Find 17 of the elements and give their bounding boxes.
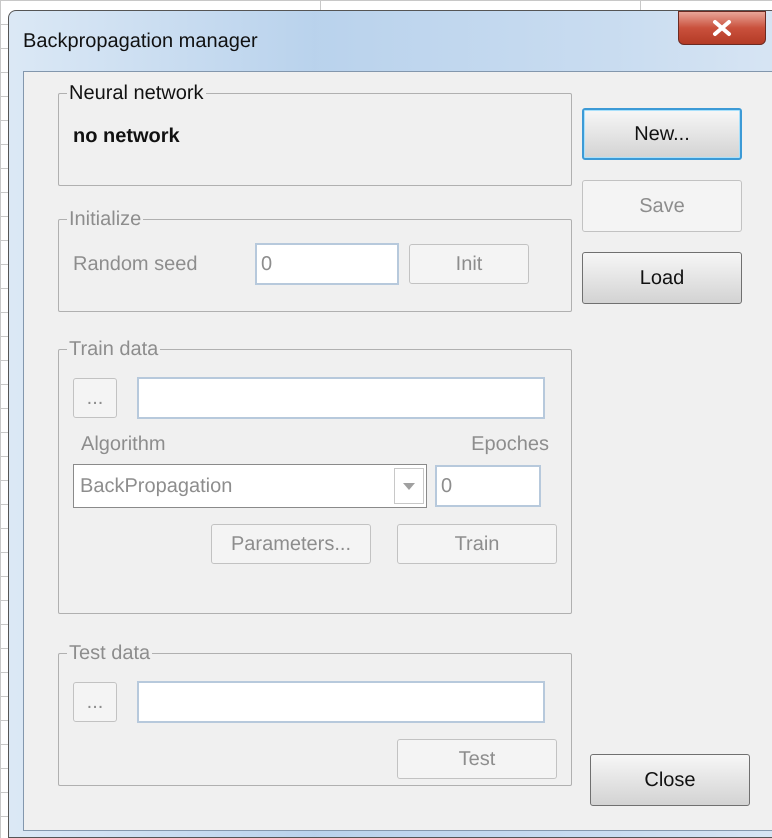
file-path-field[interactable] <box>137 377 545 419</box>
close-icon <box>711 19 733 37</box>
seed-label: Random seed <box>73 252 199 276</box>
dropdown-arrow-icon <box>403 482 415 490</box>
network-status: no network <box>73 125 181 148</box>
close-window-button[interactable] <box>678 11 766 45</box>
group-title: Initialize <box>68 208 142 231</box>
new-button[interactable]: New... <box>582 108 742 160</box>
load-button[interactable]: Load <box>582 252 742 304</box>
file-path-field[interactable] <box>137 681 545 723</box>
window-title: Backpropagation manager <box>23 30 258 52</box>
group-title: Neural network <box>68 82 205 105</box>
algorithm-label: Algorithm <box>81 433 166 456</box>
close-button[interactable]: Close <box>590 754 750 806</box>
epoches-label: Epoches <box>471 433 549 456</box>
group-title: Train data <box>68 338 160 361</box>
group-title: Test data <box>68 642 152 665</box>
